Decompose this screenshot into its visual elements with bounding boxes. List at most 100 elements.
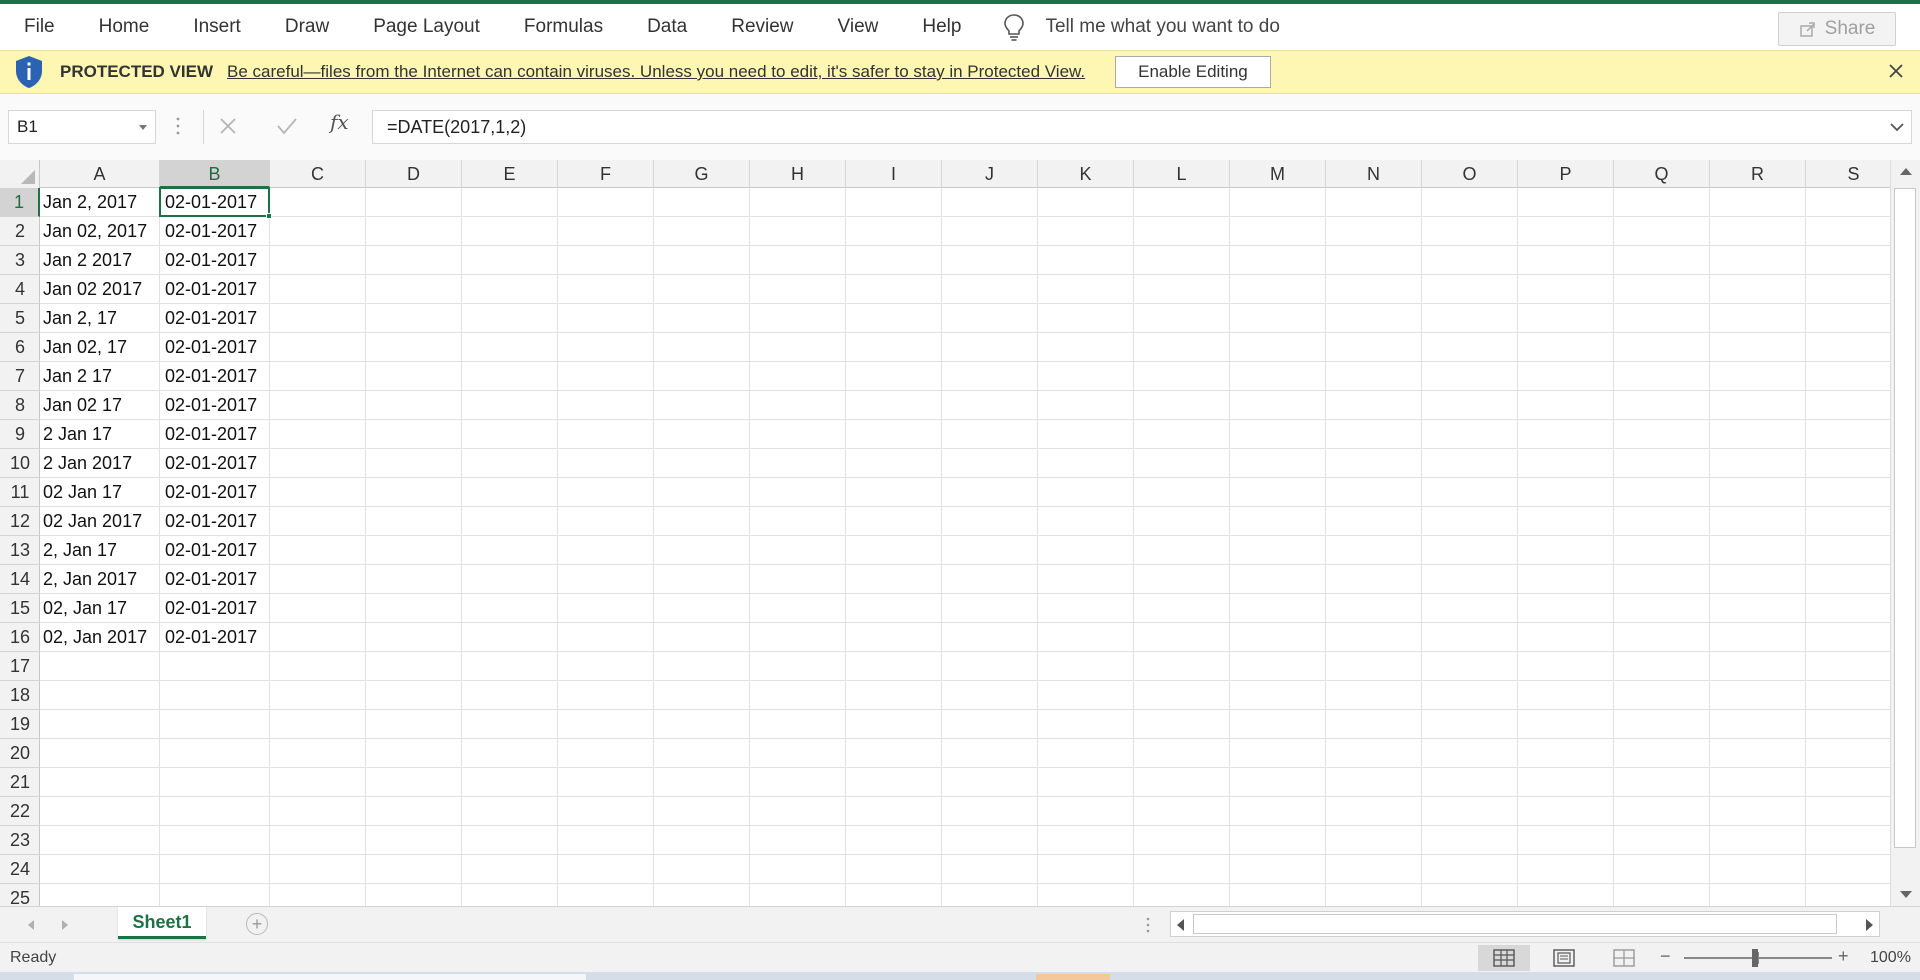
normal-view-button[interactable] bbox=[1478, 945, 1530, 971]
protected-view-message-link[interactable]: Be careful—files from the Internet can c… bbox=[227, 62, 1085, 82]
name-box[interactable]: B1 bbox=[8, 110, 156, 144]
cell-b3[interactable]: 02-01-2017 bbox=[160, 246, 270, 275]
zoom-in-button[interactable]: + bbox=[1838, 946, 1849, 967]
column-header-c[interactable]: C bbox=[270, 160, 366, 188]
column-header-k[interactable]: K bbox=[1038, 160, 1134, 188]
cell-b5[interactable]: 02-01-2017 bbox=[160, 304, 270, 333]
cell-area[interactable]: Jan 2, 2017 Jan 02, 2017 Jan 2 2017 Jan 02 … bbox=[40, 187, 1890, 906]
cell-a1[interactable]: Jan 2, 2017 bbox=[40, 188, 160, 217]
row-header-3[interactable]: 3 bbox=[0, 246, 40, 275]
cell-b11[interactable]: 02-01-2017 bbox=[160, 478, 270, 507]
row-header-7[interactable]: 7 bbox=[0, 362, 40, 391]
tell-me-search[interactable]: Tell me what you want to do bbox=[1003, 13, 1280, 41]
row-header-15[interactable]: 15 bbox=[0, 594, 40, 623]
vertical-scrollbar[interactable] bbox=[1890, 160, 1920, 906]
column-header-d[interactable]: D bbox=[366, 160, 462, 188]
column-header-h[interactable]: H bbox=[750, 160, 846, 188]
row-header-19[interactable]: 19 bbox=[0, 710, 40, 739]
row-header-8[interactable]: 8 bbox=[0, 391, 40, 420]
column-header-l[interactable]: L bbox=[1134, 160, 1230, 188]
column-header-p[interactable]: P bbox=[1518, 160, 1614, 188]
expand-formula-chevron-icon[interactable] bbox=[1890, 122, 1904, 132]
row-header-20[interactable]: 20 bbox=[0, 739, 40, 768]
cell-a2[interactable]: Jan 02, 2017 bbox=[40, 217, 160, 246]
cell-b14[interactable]: 02-01-2017 bbox=[160, 565, 270, 594]
add-sheet-icon[interactable]: + bbox=[246, 913, 268, 935]
formula-input[interactable]: =DATE(2017,1,2) bbox=[372, 110, 1912, 144]
column-header-r[interactable]: R bbox=[1710, 160, 1806, 188]
chevron-down-icon[interactable] bbox=[139, 125, 147, 130]
column-header-e[interactable]: E bbox=[462, 160, 558, 188]
cancel-x-icon[interactable] bbox=[218, 116, 238, 136]
cell-b6[interactable]: 02-01-2017 bbox=[160, 333, 270, 362]
sheet-prev-icon[interactable] bbox=[28, 920, 34, 930]
column-header-f[interactable]: F bbox=[558, 160, 654, 188]
page-break-view-button[interactable] bbox=[1598, 945, 1650, 971]
row-header-24[interactable]: 24 bbox=[0, 855, 40, 884]
scroll-left-icon[interactable] bbox=[1177, 919, 1184, 931]
row-header-18[interactable]: 18 bbox=[0, 681, 40, 710]
insert-function-button[interactable]: fx bbox=[330, 110, 349, 134]
row-header-23[interactable]: 23 bbox=[0, 826, 40, 855]
tab-view[interactable]: View bbox=[816, 4, 901, 50]
cell-a9[interactable]: 2 Jan 17 bbox=[40, 420, 160, 449]
vertical-dots-icon[interactable] bbox=[1146, 916, 1150, 934]
tab-file[interactable]: File bbox=[0, 4, 77, 50]
zoom-slider-thumb[interactable] bbox=[1752, 949, 1758, 967]
column-header-n[interactable]: N bbox=[1326, 160, 1422, 188]
fill-handle[interactable] bbox=[266, 213, 272, 219]
zoom-level[interactable]: 100% bbox=[1870, 949, 1911, 967]
row-header-25[interactable]: 25 bbox=[0, 884, 40, 906]
row-header-6[interactable]: 6 bbox=[0, 333, 40, 362]
scroll-down-icon[interactable] bbox=[1900, 891, 1912, 898]
row-header-4[interactable]: 4 bbox=[0, 275, 40, 304]
horizontal-scroll-thumb[interactable] bbox=[1193, 914, 1837, 934]
cell-b4[interactable]: 02-01-2017 bbox=[160, 275, 270, 304]
share-button[interactable]: Share bbox=[1778, 12, 1896, 46]
tab-data[interactable]: Data bbox=[625, 4, 709, 50]
sheet-tab-sheet1[interactable]: Sheet1 bbox=[118, 907, 206, 939]
column-header-i[interactable]: I bbox=[846, 160, 942, 188]
zoom-out-button[interactable]: − bbox=[1660, 946, 1671, 967]
cell-a13[interactable]: 2, Jan 17 bbox=[40, 536, 160, 565]
row-header-5[interactable]: 5 bbox=[0, 304, 40, 333]
row-header-21[interactable]: 21 bbox=[0, 768, 40, 797]
row-header-9[interactable]: 9 bbox=[0, 420, 40, 449]
cell-a12[interactable]: 02 Jan 2017 bbox=[40, 507, 160, 536]
checkmark-icon[interactable] bbox=[276, 116, 298, 136]
sheet-next-icon[interactable] bbox=[62, 920, 68, 930]
cell-a5[interactable]: Jan 2, 17 bbox=[40, 304, 160, 333]
scroll-up-icon[interactable] bbox=[1900, 168, 1912, 175]
cell-b9[interactable]: 02-01-2017 bbox=[160, 420, 270, 449]
cell-b10[interactable]: 02-01-2017 bbox=[160, 449, 270, 478]
select-all-corner[interactable] bbox=[0, 160, 40, 188]
tab-page-layout[interactable]: Page Layout bbox=[351, 4, 502, 50]
column-header-o[interactable]: O bbox=[1422, 160, 1518, 188]
tab-review[interactable]: Review bbox=[709, 4, 815, 50]
column-header-g[interactable]: G bbox=[654, 160, 750, 188]
enable-editing-button[interactable]: Enable Editing bbox=[1115, 56, 1271, 88]
tab-insert[interactable]: Insert bbox=[171, 4, 263, 50]
column-header-m[interactable]: M bbox=[1230, 160, 1326, 188]
horizontal-scrollbar[interactable] bbox=[1170, 911, 1880, 937]
cell-b16[interactable]: 02-01-2017 bbox=[160, 623, 270, 652]
row-header-22[interactable]: 22 bbox=[0, 797, 40, 826]
page-layout-view-button[interactable] bbox=[1538, 945, 1590, 971]
cell-b13[interactable]: 02-01-2017 bbox=[160, 536, 270, 565]
row-header-12[interactable]: 12 bbox=[0, 507, 40, 536]
close-icon[interactable] bbox=[1886, 61, 1906, 81]
cell-a3[interactable]: Jan 2 2017 bbox=[40, 246, 160, 275]
cell-a8[interactable]: Jan 02 17 bbox=[40, 391, 160, 420]
cell-b12[interactable]: 02-01-2017 bbox=[160, 507, 270, 536]
row-header-16[interactable]: 16 bbox=[0, 623, 40, 652]
cell-a14[interactable]: 2, Jan 2017 bbox=[40, 565, 160, 594]
cell-b2[interactable]: 02-01-2017 bbox=[160, 217, 270, 246]
column-header-s[interactable]: S bbox=[1806, 160, 1890, 188]
cell-a10[interactable]: 2 Jan 2017 bbox=[40, 449, 160, 478]
column-header-j[interactable]: J bbox=[942, 160, 1038, 188]
cell-a11[interactable]: 02 Jan 17 bbox=[40, 478, 160, 507]
cell-b8[interactable]: 02-01-2017 bbox=[160, 391, 270, 420]
scroll-right-icon[interactable] bbox=[1866, 919, 1873, 931]
cell-a4[interactable]: Jan 02 2017 bbox=[40, 275, 160, 304]
tab-formulas[interactable]: Formulas bbox=[502, 4, 625, 50]
